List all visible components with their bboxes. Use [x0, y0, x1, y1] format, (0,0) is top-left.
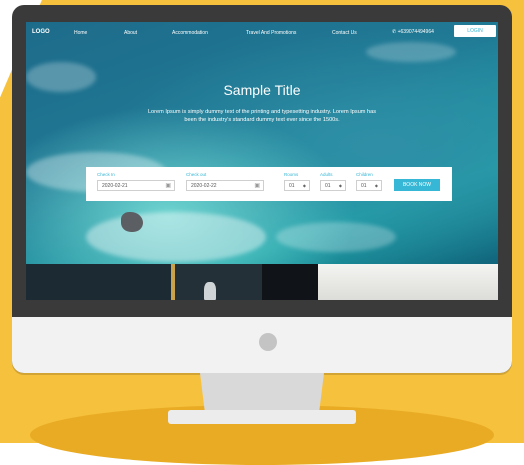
- adults-label: Adults: [320, 172, 333, 177]
- vase: [204, 282, 216, 300]
- phone-icon: ✆: [392, 29, 397, 35]
- dropdown-arrow-icon: ◆: [338, 183, 342, 188]
- book-now-button[interactable]: BOOK NOW: [394, 179, 440, 191]
- checkin-label: Check In: [97, 172, 115, 177]
- adults-select[interactable]: 01 ◆: [320, 180, 346, 191]
- calendar-icon[interactable]: ▣: [165, 182, 171, 189]
- nav-item-contact[interactable]: Contact Us: [332, 30, 357, 36]
- checkout-label: Check out: [186, 172, 207, 177]
- dropdown-arrow-icon: ◆: [374, 183, 378, 188]
- site-logo[interactable]: LOGO: [32, 29, 50, 35]
- calendar-icon[interactable]: ▣: [254, 182, 260, 189]
- checkout-input[interactable]: 2020-02-22 ▣: [186, 180, 264, 191]
- checkin-value: 2020-02-21: [102, 182, 128, 189]
- wave-foam: [86, 212, 266, 262]
- adults-value: 01: [325, 182, 331, 189]
- dropdown-arrow-icon: ◆: [302, 183, 306, 188]
- gallery-image-dark: [26, 264, 171, 300]
- wave-foam: [276, 222, 396, 252]
- rock: [121, 212, 143, 232]
- children-label: Children: [356, 172, 373, 177]
- checkout-value: 2020-02-22: [191, 182, 217, 189]
- monitor-stand-neck: [200, 373, 324, 413]
- nav-item-travel[interactable]: Travel And Promotions: [246, 30, 296, 36]
- login-button[interactable]: LOGIN: [454, 25, 496, 37]
- gallery-strip: [26, 264, 498, 300]
- phone-number[interactable]: ✆ +639074494964: [392, 29, 434, 35]
- booking-form: Check In 2020-02-21 ▣ Check out 2020-02-…: [86, 167, 452, 201]
- children-select[interactable]: 01 ◆: [356, 180, 382, 191]
- website-screen: LOGO Home About Accommodation Travel And…: [26, 22, 498, 300]
- phone-text: +639074494964: [397, 29, 434, 35]
- checkin-input[interactable]: 2020-02-21 ▣: [97, 180, 175, 191]
- rooms-select[interactable]: 01 ◆: [284, 180, 310, 191]
- monitor-stand-base: [168, 410, 356, 424]
- children-value: 01: [361, 182, 367, 189]
- nav-item-accommodation[interactable]: Accommodation: [172, 30, 208, 36]
- hero-title: Sample Title: [223, 82, 301, 98]
- nav-item-about[interactable]: About: [124, 30, 137, 36]
- wave-foam: [366, 42, 456, 62]
- rooms-label: Rooms: [284, 172, 299, 177]
- rooms-value: 01: [289, 182, 295, 189]
- hero-subtitle: Lorem Ipsum is simply dummy text of the …: [147, 109, 377, 123]
- power-button-icon: [259, 333, 277, 351]
- nav-item-home[interactable]: Home: [74, 30, 87, 36]
- gallery-image-black: [262, 264, 318, 300]
- top-navigation: LOGO Home About Accommodation Travel And…: [26, 22, 498, 44]
- gallery-image-vase: [175, 264, 262, 300]
- gallery-image-pillows: [318, 264, 498, 300]
